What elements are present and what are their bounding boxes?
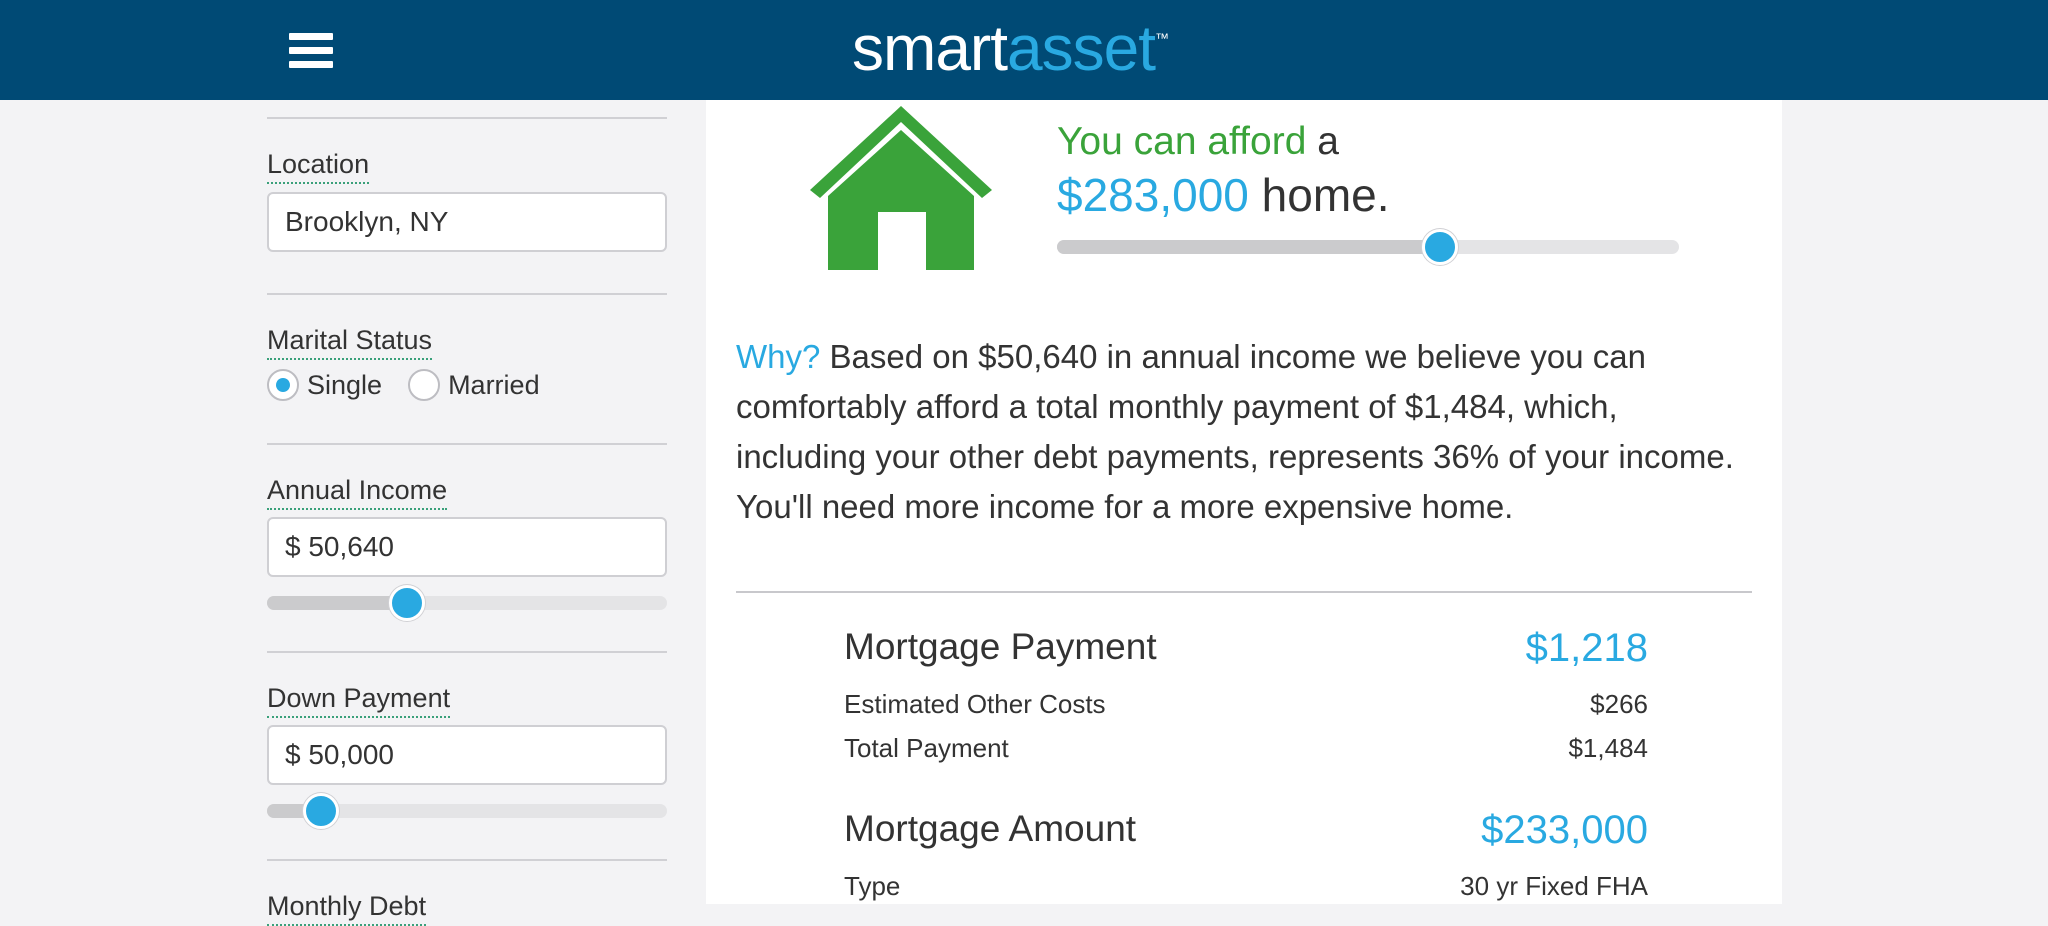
annual-income-label: Annual Income bbox=[267, 474, 448, 510]
afford-amount: $283,000 bbox=[1057, 169, 1249, 221]
total-payment-value: $1,484 bbox=[1568, 733, 1648, 763]
annual-income-input[interactable]: $ 50,640 bbox=[267, 517, 667, 577]
down-payment-label: Down Payment bbox=[267, 682, 451, 718]
down-payment-input[interactable]: $ 50,000 bbox=[267, 725, 667, 785]
logo-text-asset: asset bbox=[1007, 12, 1156, 84]
mortgage-payment-row: Mortgage Payment $1,218 bbox=[844, 626, 1648, 671]
marital-status-radio-group: Single Married bbox=[267, 368, 566, 402]
mortgage-type-row: Type 30 yr Fixed FHA bbox=[844, 871, 1648, 902]
calculator-inputs-sidebar: Location Brooklyn, NY Marital Status Sin… bbox=[267, 100, 667, 926]
results-panel: You can afford a $283,000 home. Why? Bas… bbox=[706, 100, 1782, 904]
home-price-slider-handle[interactable] bbox=[1422, 229, 1458, 265]
marital-status-label: Marital Status bbox=[267, 324, 433, 360]
annual-income-slider[interactable] bbox=[267, 585, 667, 621]
mortgage-payment-value: $1,218 bbox=[1525, 626, 1648, 670]
down-payment-slider[interactable] bbox=[267, 793, 667, 829]
afford-prefix: You can afford bbox=[1057, 120, 1307, 163]
divider bbox=[267, 443, 667, 445]
location-label: Location bbox=[267, 148, 370, 184]
radio-married-label: Married bbox=[448, 369, 540, 400]
location-input[interactable]: Brooklyn, NY bbox=[267, 192, 667, 252]
mortgage-amount-label: Mortgage Amount bbox=[844, 808, 1137, 849]
radio-single-label: Single bbox=[307, 369, 383, 400]
logo-trademark: ™ bbox=[1154, 30, 1169, 46]
smartasset-logo[interactable]: smartasset™ bbox=[852, 10, 1169, 86]
afford-amount-suffix: home. bbox=[1261, 169, 1390, 221]
why-label: Why? bbox=[736, 338, 821, 375]
mortgage-amount-value: $233,000 bbox=[1481, 808, 1648, 852]
other-costs-value: $266 bbox=[1590, 689, 1648, 719]
divider bbox=[267, 651, 667, 653]
monthly-debt-label: Monthly Debt bbox=[267, 890, 427, 926]
total-payment-row: Total Payment $1,484 bbox=[844, 733, 1648, 764]
divider bbox=[267, 117, 667, 119]
other-costs-label: Estimated Other Costs bbox=[844, 689, 1106, 719]
afford-suffix: a bbox=[1317, 120, 1339, 163]
radio-single[interactable]: Single bbox=[267, 369, 382, 401]
hamburger-menu-icon[interactable] bbox=[281, 28, 341, 76]
down-payment-slider-handle[interactable] bbox=[303, 793, 339, 829]
annual-income-slider-handle[interactable] bbox=[389, 585, 425, 621]
radio-married[interactable]: Married bbox=[408, 369, 540, 401]
home-price-slider[interactable] bbox=[1057, 229, 1679, 265]
divider bbox=[267, 293, 667, 295]
mortgage-type-value: 30 yr Fixed FHA bbox=[1460, 871, 1648, 901]
home-price-slider-fill bbox=[1057, 240, 1440, 254]
divider bbox=[736, 591, 1752, 593]
mortgage-amount-row: Mortgage Amount $233,000 bbox=[844, 808, 1648, 853]
why-explanation: Why? Based on $50,640 in annual income w… bbox=[736, 332, 1756, 532]
mortgage-payment-label: Mortgage Payment bbox=[844, 626, 1157, 667]
total-payment-label: Total Payment bbox=[844, 733, 1009, 763]
afford-headline: You can afford a bbox=[1057, 120, 1339, 164]
house-icon bbox=[810, 106, 992, 270]
why-text: Based on $50,640 in annual income we bel… bbox=[736, 338, 1734, 525]
radio-single-selected-icon[interactable] bbox=[267, 369, 299, 401]
divider bbox=[267, 859, 667, 861]
other-costs-row: Estimated Other Costs $266 bbox=[844, 689, 1648, 720]
logo-text-smart: smart bbox=[852, 12, 1008, 84]
top-navigation-bar: smartasset™ bbox=[0, 0, 2048, 100]
mortgage-type-label: Type bbox=[844, 871, 901, 901]
annual-income-slider-fill bbox=[267, 596, 407, 610]
afford-amount-line: $283,000 home. bbox=[1057, 168, 1390, 222]
radio-married-unselected-icon[interactable] bbox=[408, 369, 441, 401]
